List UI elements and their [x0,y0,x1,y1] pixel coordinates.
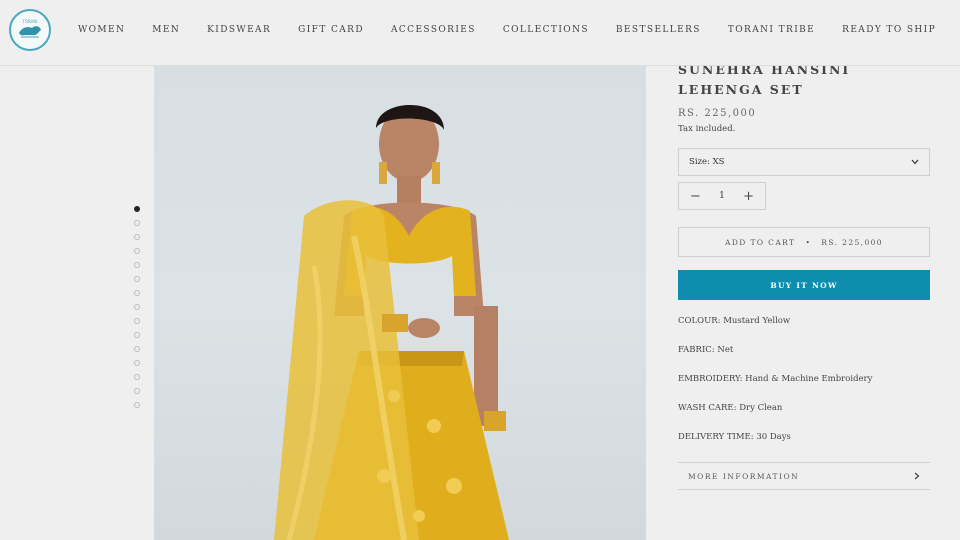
spec-value: 30 Days [756,432,791,442]
nav-collections[interactable]: COLLECTIONS [503,25,589,35]
gallery-dot[interactable] [134,262,140,268]
product-image[interactable] [154,66,646,540]
spec-label: WASH CARE: [678,403,737,413]
gallery-dots [134,206,140,408]
gallery-dot[interactable] [134,388,140,394]
quantity-stepper: − 1 + [678,182,766,210]
add-to-cart-button[interactable]: ADD TO CART • RS. 225,000 [678,227,930,257]
gallery-dot[interactable] [134,374,140,380]
gallery-dot[interactable] [134,360,140,366]
chevron-right-icon [914,472,920,480]
spec-wash-care: WASH CARE: Dry Clean [678,403,930,413]
gallery-dot[interactable] [134,304,140,310]
product-title: SUNEHRA HANSINI LEHENGA SET [678,62,851,97]
separator-dot: • [805,237,812,247]
buy-now-button[interactable]: BUY IT NOW [678,270,930,300]
quantity-value[interactable]: 1 [719,191,725,201]
svg-text:TORANI: TORANI [21,19,37,24]
gallery-dot[interactable] [134,346,140,352]
spec-fabric: FABRIC: Net [678,345,930,355]
gallery-dot[interactable] [134,290,140,296]
gallery-dot[interactable] [134,234,140,240]
spec-value: Dry Clean [739,403,783,413]
more-information-label: MORE INFORMATION [688,471,800,481]
add-to-cart-price: RS. 225,000 [821,237,883,247]
spec-label: COLOUR: [678,316,721,326]
size-select[interactable]: Size: XS [678,148,930,176]
site-header: TORANI WOMEN MEN KIDSWEAR GIFT CARD ACCE… [0,0,960,66]
product-info-panel: SUNEHRA HANSINI LEHENGA SET RS. 225,000 … [678,60,930,490]
main-nav: WOMEN MEN KIDSWEAR GIFT CARD ACCESSORIES… [78,25,960,35]
spec-value: Net [717,345,734,355]
brand-logo[interactable]: TORANI [9,9,51,51]
gallery-dot[interactable] [134,318,140,324]
spec-label: DELIVERY TIME: [678,432,754,442]
more-information-toggle[interactable]: MORE INFORMATION [678,462,930,490]
spec-embroidery: EMBROIDERY: Hand & Machine Embroidery [678,374,930,384]
gallery-dot[interactable] [134,332,140,338]
nav-torani-tribe[interactable]: TORANI TRIBE [728,25,815,35]
tax-note: Tax included. [678,124,736,134]
gallery-dot[interactable] [134,248,140,254]
spec-colour: COLOUR: Mustard Yellow [678,316,930,326]
nav-kidswear[interactable]: KIDSWEAR [207,25,271,35]
product-price: RS. 225,000 [678,108,757,119]
nav-bestsellers[interactable]: BESTSELLERS [616,25,701,35]
spec-label: FABRIC: [678,345,715,355]
gallery-dot[interactable] [134,220,140,226]
model-lehenga-illustration [274,105,509,540]
nav-women[interactable]: WOMEN [78,25,125,35]
nav-gift-card[interactable]: GIFT CARD [298,25,364,35]
nav-accessories[interactable]: ACCESSORIES [391,25,476,35]
gallery-dot[interactable] [134,402,140,408]
gallery-dot[interactable] [134,276,140,282]
spec-value: Mustard Yellow [723,316,791,326]
spec-delivery-time: DELIVERY TIME: 30 Days [678,432,930,442]
size-value: Size: XS [689,157,725,167]
logo-emblem-icon: TORANI [19,19,41,38]
decrease-quantity-button[interactable]: − [690,190,701,203]
spec-value: Hand & Machine Embroidery [745,374,873,384]
spec-label: EMBROIDERY: [678,374,743,384]
gallery-dot[interactable] [134,206,140,212]
product-specs: COLOUR: Mustard Yellow FABRIC: Net EMBRO… [678,316,930,442]
add-to-cart-label: ADD TO CART [725,237,796,247]
nav-men[interactable]: MEN [152,25,180,35]
chevron-down-icon [911,159,919,165]
nav-ready-to-ship[interactable]: READY TO SHIP [842,25,936,35]
increase-quantity-button[interactable]: + [743,190,754,203]
